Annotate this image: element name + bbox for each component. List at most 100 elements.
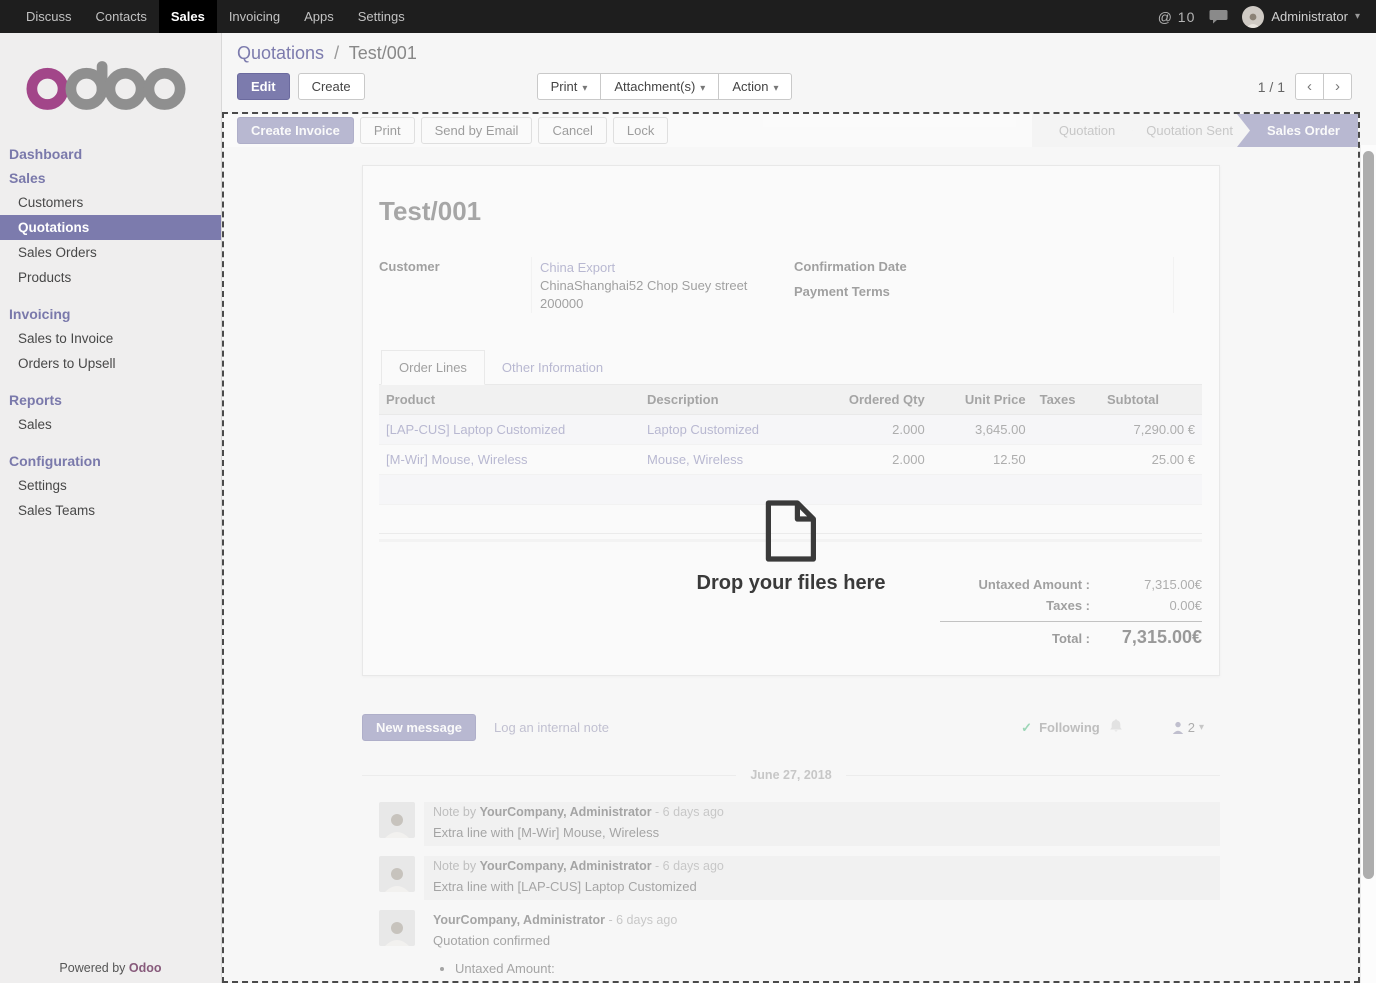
message-author[interactable]: YourCompany, Administrator: [480, 805, 652, 819]
message-prefix: Note by: [433, 859, 480, 873]
chatter-message: YourCompany, Administrator - 6 days agoQ…: [362, 908, 1220, 981]
sidebar-section-header-invoicing[interactable]: Invoicing: [0, 302, 221, 326]
column-header-unit-price[interactable]: Unit Price: [932, 385, 1033, 415]
cell-ordered-qty: 2.000: [810, 415, 931, 445]
topnav-item-apps[interactable]: Apps: [292, 0, 346, 33]
sidebar-item-orders-to-upsell[interactable]: Orders to Upsell: [0, 351, 221, 376]
table-row[interactable]: [LAP-CUS] Laptop CustomizedLaptop Custom…: [379, 415, 1202, 445]
chatter: New message Log an internal note ✓ Follo…: [362, 714, 1220, 981]
separator-line: [379, 533, 1202, 534]
customer-address: ChinaShanghai52 Chop Suey street 200000: [540, 278, 747, 311]
sidebar-item-sales-orders[interactable]: Sales Orders: [0, 240, 221, 265]
sidebar-item-sales[interactable]: Sales: [0, 412, 221, 437]
message-bullet-item: Taxes:: [455, 978, 1211, 981]
sidebar-item-settings[interactable]: Settings: [0, 473, 221, 498]
topnav-item-settings[interactable]: Settings: [346, 0, 417, 33]
sidebar-section-header-configuration[interactable]: Configuration: [0, 449, 221, 473]
message-author[interactable]: YourCompany, Administrator: [480, 859, 652, 873]
tab-other-information[interactable]: Other Information: [485, 351, 620, 384]
stage-quotation[interactable]: Quotation: [1032, 114, 1132, 147]
new-message-button[interactable]: New message: [362, 714, 476, 741]
message-content: Note by YourCompany, Administrator - 6 d…: [424, 802, 1220, 846]
cell-taxes: [1033, 415, 1100, 445]
chat-bubble-icon[interactable]: [1209, 9, 1228, 24]
cell-subtotal: 25.00 €: [1100, 445, 1202, 475]
chatter-message: Note by YourCompany, Administrator - 6 d…: [362, 854, 1220, 902]
message-timestamp: - 6 days ago: [652, 859, 724, 873]
breadcrumb-parent[interactable]: Quotations: [237, 43, 324, 63]
topnav-item-invoicing[interactable]: Invoicing: [217, 0, 292, 33]
attachment-s-dropdown-button[interactable]: Attachment(s)▾: [600, 73, 719, 100]
untaxed-amount-value: 7,315.00€: [1090, 577, 1202, 592]
user-menu[interactable]: Administrator ▾: [1242, 6, 1360, 28]
record-title: Test/001: [379, 196, 1202, 227]
stage-sales-order[interactable]: Sales Order: [1237, 114, 1358, 147]
cancel-button[interactable]: Cancel: [538, 117, 606, 144]
sidebar-section-header-sales[interactable]: Sales: [0, 166, 221, 190]
breadcrumb-separator: /: [334, 43, 339, 63]
bell-icon[interactable]: [1109, 718, 1123, 738]
statusbar-buttons: Create InvoicePrintSend by EmailCancel Lo…: [237, 117, 668, 144]
pager-next-button[interactable]: ›: [1323, 73, 1352, 100]
message-list: Note by YourCompany, Administrator - 6 d…: [362, 800, 1220, 981]
cell-product[interactable]: [LAP-CUS] Laptop Customized: [379, 415, 640, 445]
topnav-item-contacts[interactable]: Contacts: [84, 0, 159, 33]
chatter-message: Note by YourCompany, Administrator - 6 d…: [362, 800, 1220, 848]
print-button[interactable]: Print: [360, 117, 415, 144]
sidebar-item-sales-to-invoice[interactable]: Sales to Invoice: [0, 326, 221, 351]
column-header-taxes[interactable]: Taxes: [1033, 385, 1100, 415]
column-header-ordered-qty[interactable]: Ordered Qty: [810, 385, 931, 415]
confirmation-date-label: Confirmation Date: [794, 257, 954, 274]
cell-description[interactable]: Laptop Customized: [640, 415, 810, 445]
message-content: YourCompany, Administrator - 6 days agoQ…: [424, 910, 1220, 981]
log-internal-note-button[interactable]: Log an internal note: [494, 720, 609, 735]
chevron-down-icon: ▾: [582, 83, 587, 94]
send-by-email-button[interactable]: Send by Email: [421, 117, 533, 144]
mentions-counter[interactable]: @ 10: [1158, 9, 1196, 25]
pager-previous-button[interactable]: ‹: [1295, 73, 1324, 100]
chevron-down-icon: ▾: [1355, 11, 1360, 22]
print-dropdown-button[interactable]: Print▾: [537, 73, 602, 100]
powered-by-brand[interactable]: Odoo: [129, 961, 162, 975]
followers-dropdown[interactable]: 2 ▾: [1172, 720, 1204, 735]
topnav-item-discuss[interactable]: Discuss: [14, 0, 84, 33]
column-header-product[interactable]: Product: [379, 385, 640, 415]
sidebar-item-quotations[interactable]: Quotations: [0, 215, 221, 240]
message-author[interactable]: YourCompany, Administrator: [433, 913, 605, 927]
column-header-subtotal[interactable]: Subtotal: [1100, 385, 1202, 415]
cell-description[interactable]: Mouse, Wireless: [640, 445, 810, 475]
sidebar-item-sales-teams[interactable]: Sales Teams: [0, 498, 221, 523]
message-avatar: [379, 910, 415, 946]
edit-button[interactable]: Edit: [237, 73, 290, 100]
cell-unit-price: 12.50: [932, 445, 1033, 475]
sidebar-section-reports: ReportsSales: [0, 388, 221, 437]
payment-terms-label: Payment Terms: [794, 282, 954, 299]
table-empty-row[interactable]: [379, 475, 1202, 505]
sidebar-link-dashboard[interactable]: Dashboard: [0, 142, 221, 166]
file-drop-zone[interactable]: Create InvoicePrintSend by EmailCancel Lo…: [222, 112, 1360, 983]
message-bullet-list: Untaxed Amount:Taxes:: [455, 960, 1211, 981]
stage-quotation-sent[interactable]: Quotation Sent: [1119, 114, 1250, 147]
sidebar-item-products[interactable]: Products: [0, 265, 221, 290]
cell-product[interactable]: [M-Wir] Mouse, Wireless: [379, 445, 640, 475]
create-invoice-button[interactable]: Create Invoice: [237, 117, 354, 144]
scrollbar-thumb[interactable]: [1363, 151, 1374, 879]
create-button[interactable]: Create: [298, 73, 365, 100]
table-row[interactable]: [M-Wir] Mouse, WirelessMouse, Wireless2.…: [379, 445, 1202, 475]
topnav-item-sales[interactable]: Sales: [159, 0, 217, 33]
person-icon: [1172, 721, 1184, 734]
sidebar-item-customers[interactable]: Customers: [0, 190, 221, 215]
taxes-label: Taxes :: [1046, 598, 1090, 613]
lock-button[interactable]: Lock: [613, 117, 668, 144]
column-header-description[interactable]: Description: [640, 385, 810, 415]
scrollbar-track[interactable]: [1360, 145, 1376, 983]
action-dropdown-button[interactable]: Action▾: [718, 73, 792, 100]
customer-link[interactable]: China Export: [540, 260, 615, 275]
following-button[interactable]: Following: [1039, 720, 1100, 735]
tab-order-lines[interactable]: Order Lines: [381, 350, 485, 385]
topnav-right: @ 10 Administrator ▾: [1158, 0, 1376, 33]
chevron-down-icon: ▾: [1199, 722, 1204, 733]
message-content: Note by YourCompany, Administrator - 6 d…: [424, 856, 1220, 900]
sidebar-section-header-reports[interactable]: Reports: [0, 388, 221, 412]
cell-subtotal: 7,290.00 €: [1100, 415, 1202, 445]
